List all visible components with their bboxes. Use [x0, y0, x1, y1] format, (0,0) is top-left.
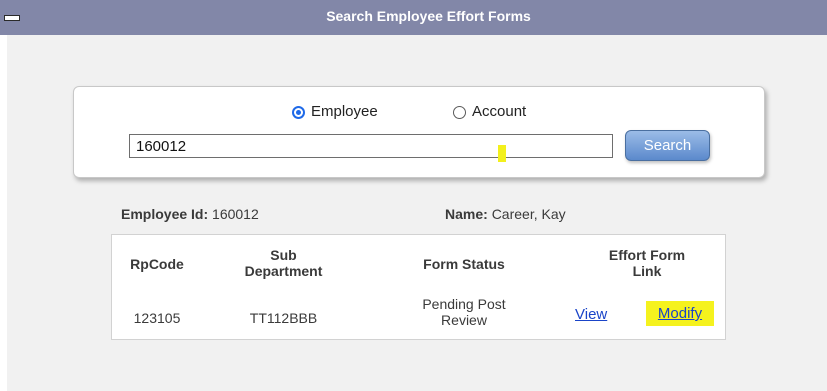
- view-link[interactable]: View: [575, 306, 607, 323]
- column-header-rpcode: RpCode: [130, 256, 184, 272]
- search-input[interactable]: [129, 134, 613, 158]
- employee-id-value: 160012: [212, 206, 259, 222]
- column-header-sub-department: Sub Department: [244, 247, 323, 279]
- cell-sub-department: TT112BBB: [249, 310, 318, 326]
- account-radio[interactable]: [453, 106, 466, 119]
- search-box: Employee Account Search: [73, 86, 765, 178]
- search-button[interactable]: Search: [625, 130, 710, 161]
- employee-name-label: Name:: [445, 206, 488, 222]
- page-title: Search Employee Effort Forms: [326, 8, 531, 24]
- cell-rpcode: 123105: [133, 310, 181, 326]
- column-header-form-status: Form Status: [423, 256, 505, 272]
- column-header-effort-form-link: Effort Form Link: [608, 247, 686, 279]
- employee-id: Employee Id: 160012: [121, 206, 259, 222]
- employee-name-value: Career, Kay: [491, 206, 566, 222]
- employee-id-label: Employee Id:: [121, 206, 209, 222]
- modify-link[interactable]: Modify: [646, 301, 714, 326]
- employee-radio[interactable]: [292, 106, 305, 119]
- title-bar: Search Employee Effort Forms: [0, 0, 827, 35]
- account-radio-label[interactable]: Account: [472, 103, 526, 120]
- text-cursor-highlight: [498, 145, 506, 162]
- results-table: RpCode Sub Department Form Status Effort…: [111, 234, 726, 340]
- cell-form-status: Pending Post Review: [422, 296, 506, 328]
- employee-radio-label[interactable]: Employee: [311, 103, 378, 120]
- employee-name: Name: Career, Kay: [445, 206, 566, 222]
